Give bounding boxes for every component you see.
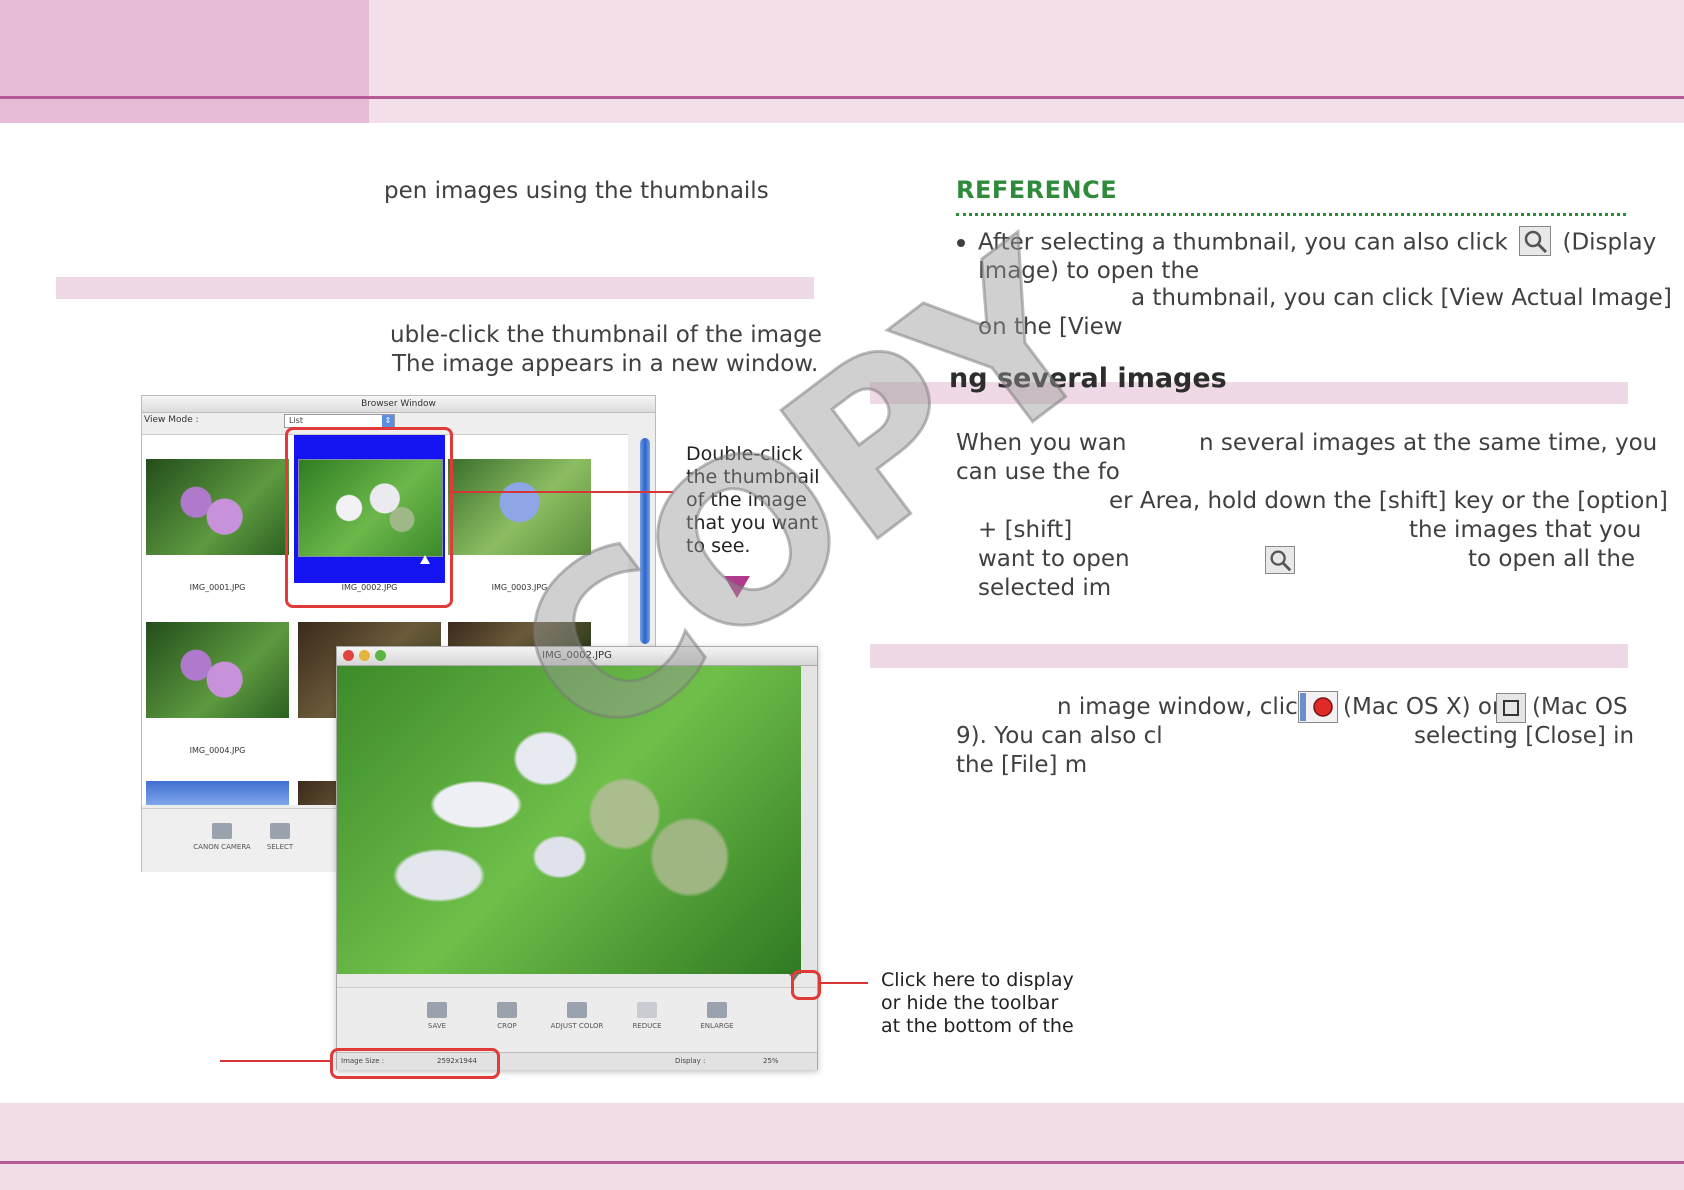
close-button-icon[interactable]	[343, 650, 354, 661]
thumbnail-image[interactable]	[146, 622, 289, 718]
highlight-selected-thumbnail	[285, 427, 453, 608]
close-line1c: (Mac OS	[1532, 694, 1628, 720]
enlarge-button[interactable]: ENLARGE	[687, 988, 747, 1030]
view-mode-label: View Mode :	[144, 415, 199, 425]
browser-title: Browser Window	[361, 399, 436, 409]
reference-dotted-rule	[956, 213, 1626, 216]
select-button[interactable]: SELECT	[250, 809, 310, 851]
footer-subband	[0, 1164, 1684, 1190]
reduce-icon	[637, 1002, 657, 1018]
image-window-toolbar: SAVE CROP ADJUST COLOR REDUCE ENLARGE	[337, 987, 817, 1052]
save-icon	[427, 1002, 447, 1018]
camera-icon	[212, 823, 232, 839]
canon-camera-button[interactable]: CANON CAMERA	[192, 809, 252, 851]
display-image-icon	[1265, 546, 1295, 574]
header-subband-right	[369, 99, 1684, 123]
save-button[interactable]: SAVE	[407, 988, 467, 1030]
crop-button[interactable]: CROP	[477, 988, 537, 1030]
close-line1b: (Mac OS X) or	[1343, 694, 1502, 720]
enlarge-icon	[707, 1002, 727, 1018]
callout-line-status	[220, 1060, 330, 1062]
adjust-color-button[interactable]: ADJUST COLOR	[547, 988, 607, 1030]
step-text-line1: uble-click the thumbnail of the image	[390, 322, 822, 348]
mac-os-9-close-icon	[1496, 693, 1526, 723]
several-line4a: + [shift]	[978, 517, 1073, 543]
select-arrows-icon: ⇕	[382, 415, 394, 427]
thumbnail-image[interactable]	[146, 459, 289, 555]
zoom-button-icon[interactable]	[375, 650, 386, 661]
view-mode-value: List	[289, 416, 303, 425]
close-line3: the [File] m	[956, 752, 1088, 778]
callout-line-toolbar	[818, 982, 868, 984]
reference-title: REFERENCE	[956, 176, 1118, 204]
thumbnail-caption: IMG_0004.JPG	[189, 746, 246, 755]
mac-os-x-close-icon	[1298, 691, 1338, 723]
several-line5a: want to open	[978, 546, 1130, 572]
highlight-status-bar	[330, 1048, 500, 1079]
reference-line3: a thumbnail, you can click [View Actual …	[1131, 285, 1672, 311]
view-mode-select[interactable]: List ⇕	[284, 414, 395, 428]
select-icon	[270, 823, 290, 839]
display-image-icon	[1519, 226, 1552, 256]
several-line1b: n several images at the same time, you	[1199, 430, 1658, 456]
thumbnail-caption: IMG_0001.JPG	[189, 583, 246, 592]
highlight-toolbar-toggle	[791, 970, 821, 1000]
crop-icon	[497, 1002, 517, 1018]
intro-text: pen images using the thumbnails	[384, 178, 769, 204]
callout-toolbar-toggle: Click here to display or hide the toolba…	[881, 969, 1074, 1037]
header-subband-left	[0, 99, 369, 123]
image-window-scroll	[801, 666, 816, 974]
close-line2b: selecting [Close] in	[1414, 723, 1635, 749]
close-line2a: 9). You can also cl	[956, 723, 1163, 749]
several-line4b: the images that you	[1409, 517, 1642, 543]
status-display-value: 25%	[763, 1057, 779, 1065]
header-tab	[0, 0, 369, 96]
close-line1a: n image window, click	[1057, 694, 1312, 720]
adjust-color-icon	[567, 1002, 587, 1018]
reduce-button[interactable]: REDUCE	[617, 988, 677, 1030]
several-line3: er Area, hold down the [shift] key or th…	[1109, 488, 1668, 514]
section-bar-left	[56, 277, 814, 299]
reference-line1: After selecting a thumbnail, you can als…	[978, 226, 1656, 258]
several-line5b: to open all the	[1468, 546, 1636, 572]
status-display-label: Display :	[675, 1057, 706, 1065]
minimize-button-icon[interactable]	[359, 650, 370, 661]
footer-band	[0, 1103, 1684, 1161]
section-bar-close	[870, 644, 1628, 668]
several-line6: selected im	[978, 575, 1112, 601]
browser-titlebar: Browser Window	[142, 396, 655, 413]
header-band	[369, 0, 1684, 96]
thumbnail-image[interactable]	[146, 781, 289, 805]
